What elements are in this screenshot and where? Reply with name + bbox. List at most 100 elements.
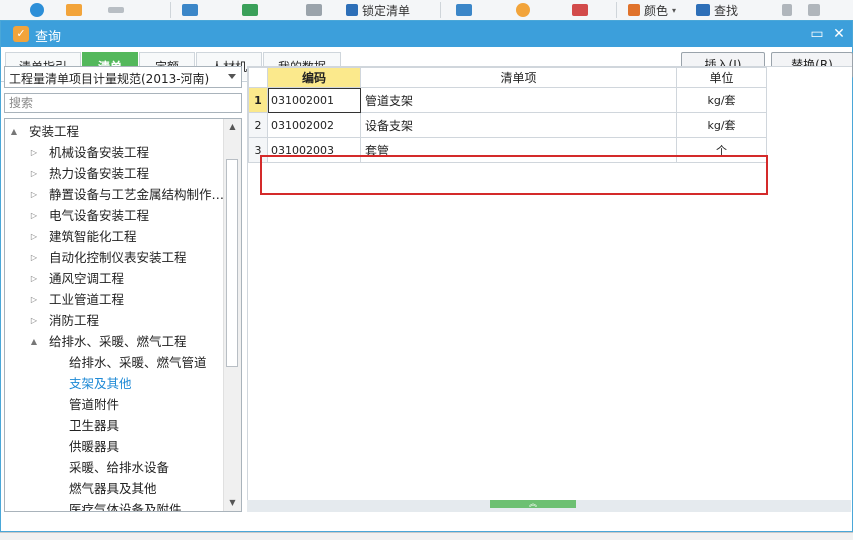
tree-item[interactable]: ▷ 工业管道工程 (5, 289, 223, 310)
tree-item-label: 机械设备安装工程 (49, 145, 150, 160)
expand-toggle-icon[interactable]: ▷ (29, 268, 39, 289)
arrow-up-icon (782, 4, 792, 16)
table-row[interactable]: 1 031002001 管道支架 kg/套 (248, 87, 767, 113)
tree-item-label: 给排水、采暖、燃气工程 (49, 334, 187, 349)
dialog-title: 查询 (35, 30, 62, 45)
tree-item-label: 给排水、采暖、燃气管道 (69, 355, 207, 370)
code-cell[interactable]: 031002002 (267, 112, 361, 138)
table-row[interactable]: 2 031002002 设备支架 kg/套 (248, 112, 767, 138)
app-logo-icon: ✓ (13, 26, 29, 42)
expand-toggle-icon[interactable]: ▷ (29, 310, 39, 331)
search-input[interactable] (4, 93, 242, 113)
tree-item[interactable]: ▷ 静置设备与工艺金属结构制作… (5, 184, 225, 205)
tree-item[interactable]: 燃气器具及其他 (5, 478, 223, 499)
tree-item[interactable]: 支架及其他 (5, 373, 223, 394)
code-cell[interactable]: 031002001 (267, 87, 361, 113)
collapse-toggle-icon[interactable]: ▲ (9, 121, 19, 142)
scroll-thumb[interactable] (226, 159, 238, 367)
tree-item[interactable]: ▲ 安装工程 (5, 121, 223, 142)
spec-dropdown[interactable]: 工程量清单项目计量规范(2013-河南) (4, 66, 242, 88)
tree-item-label: 采暖、给排水设备 (69, 460, 170, 475)
share-icon (306, 4, 322, 16)
toolbar-item-new[interactable] (30, 0, 48, 20)
close-button[interactable]: ✕ (829, 24, 849, 44)
tree-item[interactable]: 供暖器具 (5, 436, 223, 457)
tree-item[interactable]: 采暖、给排水设备 (5, 457, 223, 478)
lock-list-button[interactable]: 锁定清单 (346, 0, 410, 20)
bottom-splitter[interactable]: ︽ (247, 500, 851, 512)
tree-scrollbar[interactable]: ▲ ▼ (223, 119, 241, 511)
tree-item[interactable]: ▲ 给排水、采暖、燃气工程 (5, 331, 223, 352)
row-number: 2 (248, 112, 268, 138)
tree-item-label: 卫生器具 (69, 418, 120, 433)
tree-item-label: 电气设备安装工程 (49, 208, 150, 223)
expand-toggle-icon[interactable]: ▷ (29, 226, 39, 247)
unit-cell[interactable]: kg/套 (676, 87, 767, 113)
item-name-cell[interactable]: 管道支架 (360, 87, 677, 113)
tree-item-label: 医疗气体设备及附件 (69, 502, 182, 512)
toolbar-item-doc[interactable] (242, 0, 262, 20)
tree-item-label: 自动化控制仪表安装工程 (49, 250, 187, 265)
row-number-header (248, 67, 268, 88)
binoculars-icon (696, 4, 710, 16)
spec-dropdown-value: 工程量清单项目计量规范(2013-河南) (9, 72, 210, 86)
unit-column-header[interactable]: 单位 (676, 67, 767, 88)
toolbar-item-share[interactable] (306, 0, 322, 20)
row-number: 1 (248, 87, 268, 113)
item-column-header[interactable]: 清单项 (360, 67, 677, 88)
find-button[interactable]: 查找 (696, 0, 738, 20)
item-name-cell[interactable]: 设备支架 (360, 112, 677, 138)
upload-icon (66, 4, 82, 16)
tree-item[interactable]: ▷ 自动化控制仪表安装工程 (5, 247, 223, 268)
tree-item-label: 供暖器具 (69, 439, 120, 454)
maximize-button[interactable]: ▭ (807, 24, 827, 44)
category-tree: 医疗气体设备及附件 燃气器具及其他 采暖、给排水设备 供暖器具 卫生器具 管道附件 支架及其… (4, 118, 242, 512)
expand-toggle-icon[interactable]: ▷ (29, 163, 39, 184)
paint-icon (628, 4, 640, 16)
toolbar-item-org[interactable] (456, 0, 476, 20)
left-panel: 工程量清单项目计量规范(2013-河南) 医疗气体设备及附件 燃气器具及其他 采暖、… (4, 66, 243, 512)
cut-icon (108, 7, 124, 13)
arrow-left-icon (808, 4, 820, 16)
toolbar-item-up[interactable] (782, 0, 792, 20)
expand-toggle-icon[interactable]: ▷ (29, 142, 39, 163)
tree-item[interactable]: ▷ 机械设备安装工程 (5, 142, 223, 163)
code-column-header[interactable]: 编码 (267, 67, 361, 88)
tree-item[interactable]: 管道附件 (5, 394, 223, 415)
scroll-up-arrow-icon[interactable]: ▲ (224, 119, 241, 135)
chevron-down-icon: ▾ (672, 5, 677, 15)
expand-up-icon[interactable]: ︽ (490, 500, 576, 508)
toolbar-item-chart[interactable] (572, 0, 592, 20)
results-grid: 编码 清单项 单位 1 031002001 管道支架 kg/套 2 031002… (247, 66, 852, 501)
toolbar-item-upload[interactable] (66, 0, 86, 20)
expand-toggle-icon[interactable]: ▷ (29, 247, 39, 268)
tree-item-label: 静置设备与工艺金属结构制作… (49, 187, 225, 202)
expand-toggle-icon[interactable]: ▷ (29, 289, 39, 310)
collapse-toggle-icon[interactable]: ▲ (29, 331, 39, 352)
tree-item[interactable]: ▷ 消防工程 (5, 310, 223, 331)
tree-item-label: 消防工程 (49, 313, 100, 328)
dialog-titlebar: ✓ 查询 ▭ ✕ (1, 21, 852, 47)
tree-item[interactable]: ▷ 电气设备安装工程 (5, 205, 223, 226)
toolbar-item-edit[interactable] (108, 0, 128, 20)
tree-item[interactable]: 卫生器具 (5, 415, 223, 436)
document-icon (242, 4, 258, 16)
expand-toggle-icon[interactable]: ▷ (29, 205, 39, 226)
tree-item-label: 安装工程 (29, 124, 80, 139)
tree-item-label: 支架及其他 (69, 376, 132, 391)
expand-toggle-icon[interactable]: ▷ (29, 184, 39, 205)
hierarchy-icon (456, 4, 472, 16)
layout-icon (182, 4, 198, 16)
scroll-down-arrow-icon[interactable]: ▼ (224, 495, 241, 511)
tree-item[interactable]: ▷ 建筑智能化工程 (5, 226, 223, 247)
tree-item[interactable]: 给排水、采暖、燃气管道 (5, 352, 223, 373)
toolbar-item-layout[interactable] (182, 0, 202, 20)
toolbar-item-back[interactable] (808, 0, 820, 20)
tree-item[interactable]: 医疗气体设备及附件 (5, 499, 223, 512)
toolbar-item-price[interactable] (516, 0, 534, 20)
tree-item[interactable]: ▷ 通风空调工程 (5, 268, 223, 289)
unit-cell[interactable]: kg/套 (676, 112, 767, 138)
tree-item[interactable]: ▷ 热力设备安装工程 (5, 163, 223, 184)
dropdown-arrow-icon (228, 74, 236, 79)
color-button[interactable]: 颜色 ▾ (628, 0, 676, 20)
